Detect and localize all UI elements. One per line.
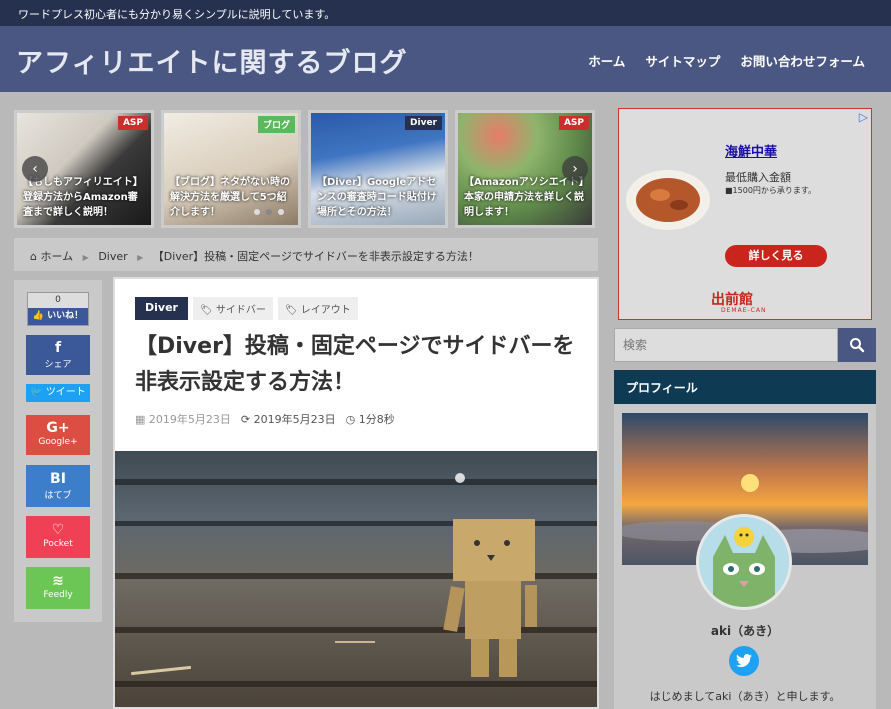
pocket-label: Pocket xyxy=(43,539,73,549)
breadcrumb-separator-icon: ▶ xyxy=(137,253,144,262)
share-sidebar: 0 👍 いいね！ f シェア 🐦 ツイート G+ Google+ BI はてブ … xyxy=(14,280,102,622)
feedly-button[interactable]: ≋ Feedly xyxy=(26,567,90,609)
danbo-photo xyxy=(115,451,597,707)
twitter-icon xyxy=(736,654,752,667)
profile-name: aki（あき） xyxy=(710,624,780,638)
advertisement[interactable]: ▷ 海鮮中華 最低購入金額 ■1500円から承ります。 詳しく見る 出前館 DE… xyxy=(618,108,872,320)
slider-dot-1[interactable] xyxy=(254,209,260,215)
facebook-share-button[interactable]: f シェア xyxy=(26,335,90,375)
tag-sidebar-label: サイドバー xyxy=(215,305,266,316)
article-category-badge[interactable]: Diver xyxy=(135,297,188,320)
google-plus-icon: G+ xyxy=(46,420,70,436)
facebook-share-label: シェア xyxy=(44,360,72,370)
search-icon xyxy=(850,338,865,353)
ad-small-text: ■1500円から承ります。 xyxy=(725,186,817,195)
slide-4-caption: 【Amazonアソシエイト】本家の申請方法を詳しく説明します！ xyxy=(464,177,584,218)
slide-3[interactable]: Diver 【Diver】Googleアドセンスの審査時コード貼付け場所とその方… xyxy=(308,110,448,228)
feedly-rss-icon: ≋ xyxy=(52,573,64,589)
thumbs-up-icon: 👍 xyxy=(32,311,45,321)
slider-next-button[interactable]: › xyxy=(562,156,588,182)
profile-twitter-button[interactable] xyxy=(729,646,759,676)
breadcrumb-category[interactable]: Diver xyxy=(98,250,127,263)
twitter-tweet-label: ツイート xyxy=(45,387,86,398)
slider-dot-3[interactable] xyxy=(278,209,284,215)
slider-dots xyxy=(254,209,284,215)
slide-1-caption: 【もしもアフィリエイト】登録方法からAmazon審査まで詳しく説明！ xyxy=(23,177,143,218)
hatena-label: はてブ xyxy=(44,491,72,501)
search-form xyxy=(614,328,876,362)
tag-layout-label: レイアウト xyxy=(300,305,351,316)
site-title[interactable]: アフィリエイトに関するブログ xyxy=(16,41,407,80)
slider-prev-button[interactable]: ‹ xyxy=(22,156,48,182)
article-meta: ▦ 2019年5月23日 ⟳ 2019年5月23日 ◷ 1分8秒 xyxy=(135,411,395,427)
top-tagline-bar: ワードプレス初心者にも分かり易くシンプルに説明しています。 xyxy=(0,0,891,26)
breadcrumb-separator-icon: ▶ xyxy=(82,253,89,262)
article-tags: Diver 🏷 サイドバー 🏷 レイアウト xyxy=(135,297,358,320)
article-hero-image xyxy=(115,451,597,707)
breadcrumb: ⌂ ホーム ▶ Diver ▶ 【Diver】投稿・固定ページでサイドバーを非表… xyxy=(14,238,598,271)
article-card: Diver 🏷 サイドバー 🏷 レイアウト 【Diver】投稿・固定ページでサイ… xyxy=(113,277,599,709)
nav-contact[interactable]: お問い合わせフォーム xyxy=(740,51,865,70)
breadcrumb-home[interactable]: ホーム xyxy=(40,250,73,263)
tag-sidebar[interactable]: 🏷 サイドバー xyxy=(192,297,273,320)
facebook-icon: f xyxy=(54,340,62,356)
slide-2-category: ブログ xyxy=(257,116,295,133)
read-time: 1分8秒 xyxy=(358,413,395,426)
updated-date: 2019年5月23日 xyxy=(253,413,336,426)
published-date: 2019年5月23日 xyxy=(148,413,231,426)
ad-title[interactable]: 海鮮中華 xyxy=(725,141,777,160)
ad-cta-button[interactable]: 詳しく見る xyxy=(725,245,827,267)
hatena-bookmark-button[interactable]: BI はてブ xyxy=(26,465,90,507)
like-count: 0 xyxy=(55,295,61,305)
slide-4-category: ASP xyxy=(558,116,589,130)
pocket-button[interactable]: ♡ Pocket xyxy=(26,516,90,558)
ad-logo: 出前館 xyxy=(711,292,753,308)
slider-dot-2[interactable] xyxy=(266,209,272,215)
ad-choices-icon[interactable]: ▷ xyxy=(859,110,868,124)
breadcrumb-current: 【Diver】投稿・固定ページでサイドバーを非表示設定する方法！ xyxy=(152,250,479,263)
slide-2[interactable]: ブログ 【ブログ】ネタがない時の解決方法を厳選して5つ紹介します！ xyxy=(161,110,301,228)
slide-3-caption: 【Diver】Googleアドセンスの審査時コード貼付け場所とその方法！ xyxy=(317,177,437,218)
refresh-icon: ⟳ xyxy=(240,413,251,426)
site-header: アフィリエイトに関するブログ ホーム サイトマップ お問い合わせフォーム xyxy=(0,26,891,92)
google-plus-label: Google+ xyxy=(38,437,78,447)
feedly-label: Feedly xyxy=(43,590,73,600)
profile-intro: はじめましてaki（あき）と申します。 xyxy=(649,690,841,703)
facebook-like-box[interactable]: 0 👍 いいね！ xyxy=(27,292,89,326)
cat-avatar-icon xyxy=(699,517,789,607)
slide-3-category: Diver xyxy=(405,116,442,130)
search-button[interactable] xyxy=(838,328,876,362)
profile-widget: プロフィール aki（あき） はじめましてaki（あき）と申します。 xyxy=(614,370,876,709)
tag-layout[interactable]: 🏷 レイアウト xyxy=(277,297,358,320)
twitter-tweet-button[interactable]: 🐦 ツイート xyxy=(26,384,90,402)
article-title: 【Diver】投稿・固定ページでサイドバーを非表示設定する方法！ xyxy=(135,334,575,395)
ad-subtitle: 最低購入金額 xyxy=(725,171,791,184)
tag-icon: 🏷 xyxy=(199,305,213,316)
google-plus-button[interactable]: G+ Google+ xyxy=(26,415,90,455)
search-input[interactable] xyxy=(614,328,838,362)
twitter-bird-icon: 🐦 xyxy=(30,387,43,398)
nav-home[interactable]: ホーム xyxy=(588,51,625,70)
post-slider: ASP 【もしもアフィリエイト】登録方法からAmazon審査まで詳しく説明！ ブ… xyxy=(14,110,598,228)
like-label: いいね！ xyxy=(47,311,84,321)
ad-logo-sub: DEMAE-CAN xyxy=(721,307,767,314)
avatar xyxy=(696,514,792,610)
main-nav: ホーム サイトマップ お問い合わせフォーム xyxy=(588,51,865,70)
hatena-icon: BI xyxy=(50,471,66,487)
calendar-icon: ▦ xyxy=(135,413,146,426)
like-button[interactable]: 👍 いいね！ xyxy=(28,308,88,325)
tag-icon: 🏷 xyxy=(284,305,298,316)
home-icon: ⌂ xyxy=(30,250,37,263)
pocket-icon: ♡ xyxy=(51,522,65,538)
clock-icon: ◷ xyxy=(345,413,356,426)
profile-heading: プロフィール xyxy=(614,370,876,404)
nav-sitemap[interactable]: サイトマップ xyxy=(645,51,720,70)
slide-1-category: ASP xyxy=(117,116,148,130)
site-tagline: ワードプレス初心者にも分かり易くシンプルに説明しています。 xyxy=(18,8,336,21)
ad-food-image xyxy=(626,170,710,230)
